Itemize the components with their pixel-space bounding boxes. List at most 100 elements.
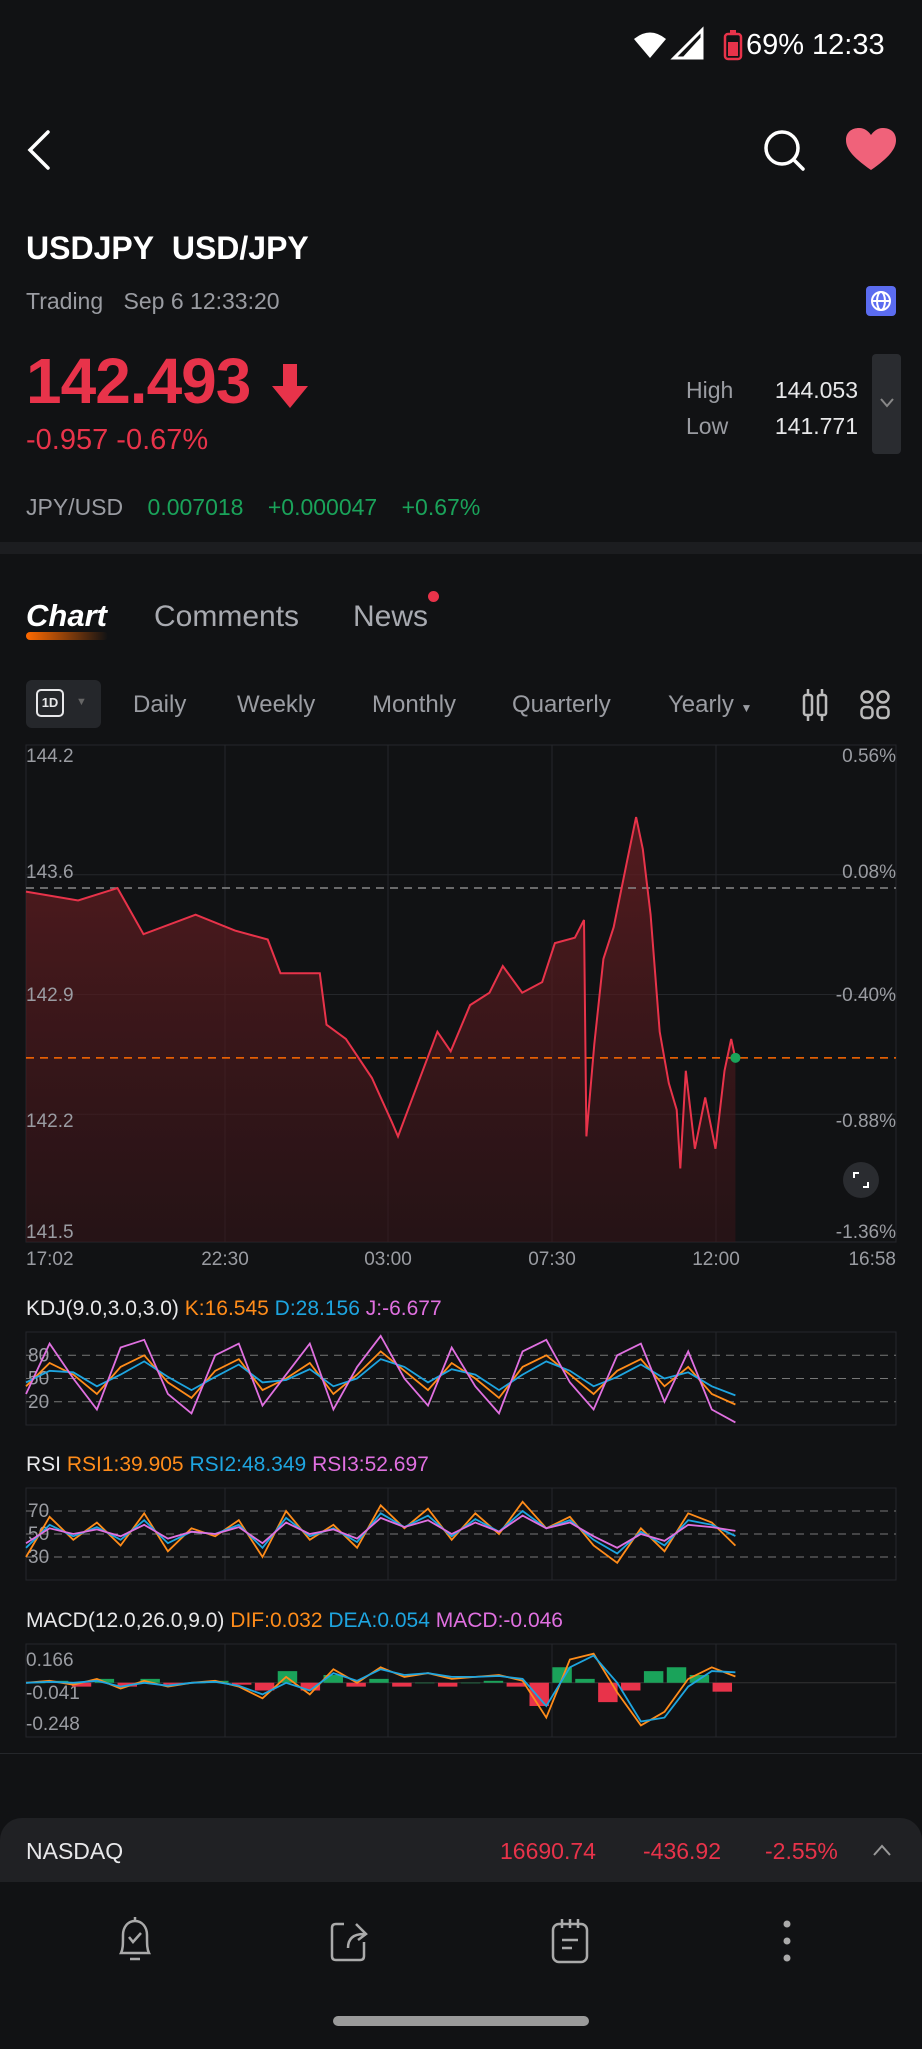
macd-histogram-bar	[598, 1682, 618, 1703]
home-indicator[interactable]	[333, 2016, 589, 2026]
notes-icon[interactable]	[551, 1918, 589, 1964]
macd-histogram-bar	[483, 1680, 504, 1683]
last-price: 142.493	[26, 344, 251, 418]
y-tick: 142.9	[26, 985, 74, 1006]
period-daily[interactable]: Daily	[133, 691, 186, 719]
search-icon[interactable]	[762, 128, 806, 172]
macd-histogram-bar	[437, 1682, 458, 1687]
market-status: Trading	[26, 288, 104, 314]
share-icon[interactable]	[330, 1920, 370, 1962]
macd-histogram-bar	[460, 1682, 481, 1684]
x-tick: 12:00	[692, 1249, 740, 1270]
macd-histogram-bar	[666, 1667, 687, 1683]
trading-status: Trading Sep 6 12:33:20	[26, 288, 280, 315]
chevron-down-icon	[880, 398, 894, 408]
rsi-title: RSI	[26, 1453, 62, 1476]
x-tick: 07:30	[528, 1249, 576, 1270]
fullscreen-icon	[853, 1172, 869, 1188]
indicator-divider	[0, 1753, 922, 1754]
pair-name: USD/JPY	[171, 230, 309, 266]
price-value: 142.493	[26, 345, 251, 417]
price-change: -0.957 -0.67%	[26, 424, 208, 457]
heart-icon[interactable]	[846, 128, 896, 172]
macd-hist-value: MACD:-0.046	[435, 1609, 563, 1632]
macd-y-tick: 0.166	[26, 1650, 74, 1671]
rsi-chart[interactable]: 705030	[25, 1487, 897, 1581]
macd-dea-value: DEA:0.054	[328, 1609, 430, 1632]
macd-dif-value: DIF:0.032	[230, 1609, 323, 1632]
fullscreen-button[interactable]	[843, 1162, 879, 1198]
quote-title: USDJPY USD/JPY	[26, 230, 309, 267]
tab-news[interactable]: News	[353, 600, 428, 634]
caret-down-icon: ▼	[76, 696, 87, 708]
inverse-change-percent: +0.67%	[401, 494, 481, 520]
index-change: -436.92	[643, 1838, 722, 1864]
rsi3-value: RSI3:52.697	[312, 1453, 429, 1476]
period-quarterly[interactable]: Quarterly	[512, 691, 611, 719]
macd-histogram-bar	[506, 1682, 527, 1687]
low-value: 141.771	[774, 413, 858, 439]
y-tick: 80	[28, 1345, 49, 1366]
battery-icon	[723, 30, 743, 61]
y-tick: 143.6	[26, 862, 74, 883]
battery-percent: 69%	[746, 29, 805, 61]
price-area	[26, 817, 736, 1242]
y-tick: 142.2	[26, 1111, 74, 1132]
index-name: NASDAQ	[26, 1838, 124, 1864]
price-alert-icon[interactable]	[113, 1915, 157, 1963]
macd-histogram-bar	[712, 1682, 733, 1692]
y-tick: 20	[28, 1392, 49, 1413]
price-chart[interactable]: 144.2 143.6 142.9 142.2 141.5 0.56% 0.08…	[25, 744, 897, 1275]
high-low: High 144.053 Low 141.771	[686, 372, 858, 444]
y-tick: 70	[28, 1501, 49, 1522]
signal-icon	[670, 26, 704, 60]
down-arrow-icon	[272, 364, 308, 408]
inverse-change: +0.000047	[267, 494, 378, 520]
symbol: USDJPY	[26, 230, 155, 266]
globe-icon[interactable]	[866, 286, 896, 316]
inverse-quote: JPY/USD 0.007018 +0.000047 +0.67%	[26, 494, 480, 521]
expand-stats-button[interactable]	[872, 354, 901, 454]
more-icon[interactable]	[780, 1920, 794, 1962]
y2-tick: -0.40%	[836, 985, 896, 1006]
period-monthly[interactable]: Monthly	[372, 691, 456, 719]
back-icon[interactable]	[26, 130, 54, 170]
inverse-pair: JPY/USD	[26, 494, 124, 520]
period-yearly-dropdown[interactable]: Yearly ▼	[668, 691, 752, 719]
macd-histogram-bar	[575, 1678, 595, 1683]
rsi1-value: RSI1:39.905	[66, 1453, 184, 1476]
kdj-j-value: J:-6.677	[365, 1297, 442, 1320]
tab-active-underline	[26, 632, 108, 640]
index-change-percent: -2.55%	[765, 1838, 838, 1864]
chevron-up-icon[interactable]	[873, 1844, 891, 1856]
macd-chart[interactable]: 0.166 -0.041 -0.248	[25, 1643, 897, 1738]
kdj-d-value: D:28.156	[274, 1297, 360, 1320]
clock: 12:33	[812, 29, 885, 61]
y2-tick: -0.88%	[836, 1111, 896, 1132]
y-tick: 144.2	[26, 746, 74, 767]
macd-histogram-bar	[392, 1682, 412, 1687]
candlestick-icon[interactable]	[802, 688, 828, 722]
period-yearly: Yearly	[668, 691, 734, 718]
period-weekly[interactable]: Weekly	[237, 691, 315, 719]
tab-comments[interactable]: Comments	[154, 600, 299, 634]
macd-histogram-bar	[415, 1682, 435, 1684]
index-price: 16690.74	[500, 1838, 596, 1864]
status-bar: 69% 12:33	[0, 0, 922, 90]
kdj-title: KDJ(9.0,3.0,3.0)	[26, 1297, 179, 1320]
kdj-chart[interactable]: 805020	[25, 1331, 897, 1426]
macd-histogram-bar	[643, 1671, 664, 1683]
caret-down-icon: ▼	[740, 701, 753, 715]
x-tick: 17:02	[26, 1249, 74, 1270]
kdj-k-value: K:16.545	[184, 1297, 269, 1320]
rsi-header: RSI RSI1:39.905 RSI2:48.349 RSI3:52.697	[26, 1453, 429, 1477]
tab-chart[interactable]: Chart	[26, 598, 108, 640]
inverse-price: 0.007018	[147, 494, 244, 520]
x-tick: 22:30	[201, 1249, 249, 1270]
macd-histogram-bar	[621, 1682, 641, 1691]
period-1d-dropdown[interactable]: 1D ▼	[26, 680, 101, 728]
last-price-dot	[730, 1052, 741, 1063]
index-ticker-bar[interactable]: NASDAQ 16690.74 -436.92 -2.55%	[0, 1818, 922, 1882]
layout-grid-icon[interactable]	[860, 690, 890, 720]
section-divider	[0, 542, 922, 554]
